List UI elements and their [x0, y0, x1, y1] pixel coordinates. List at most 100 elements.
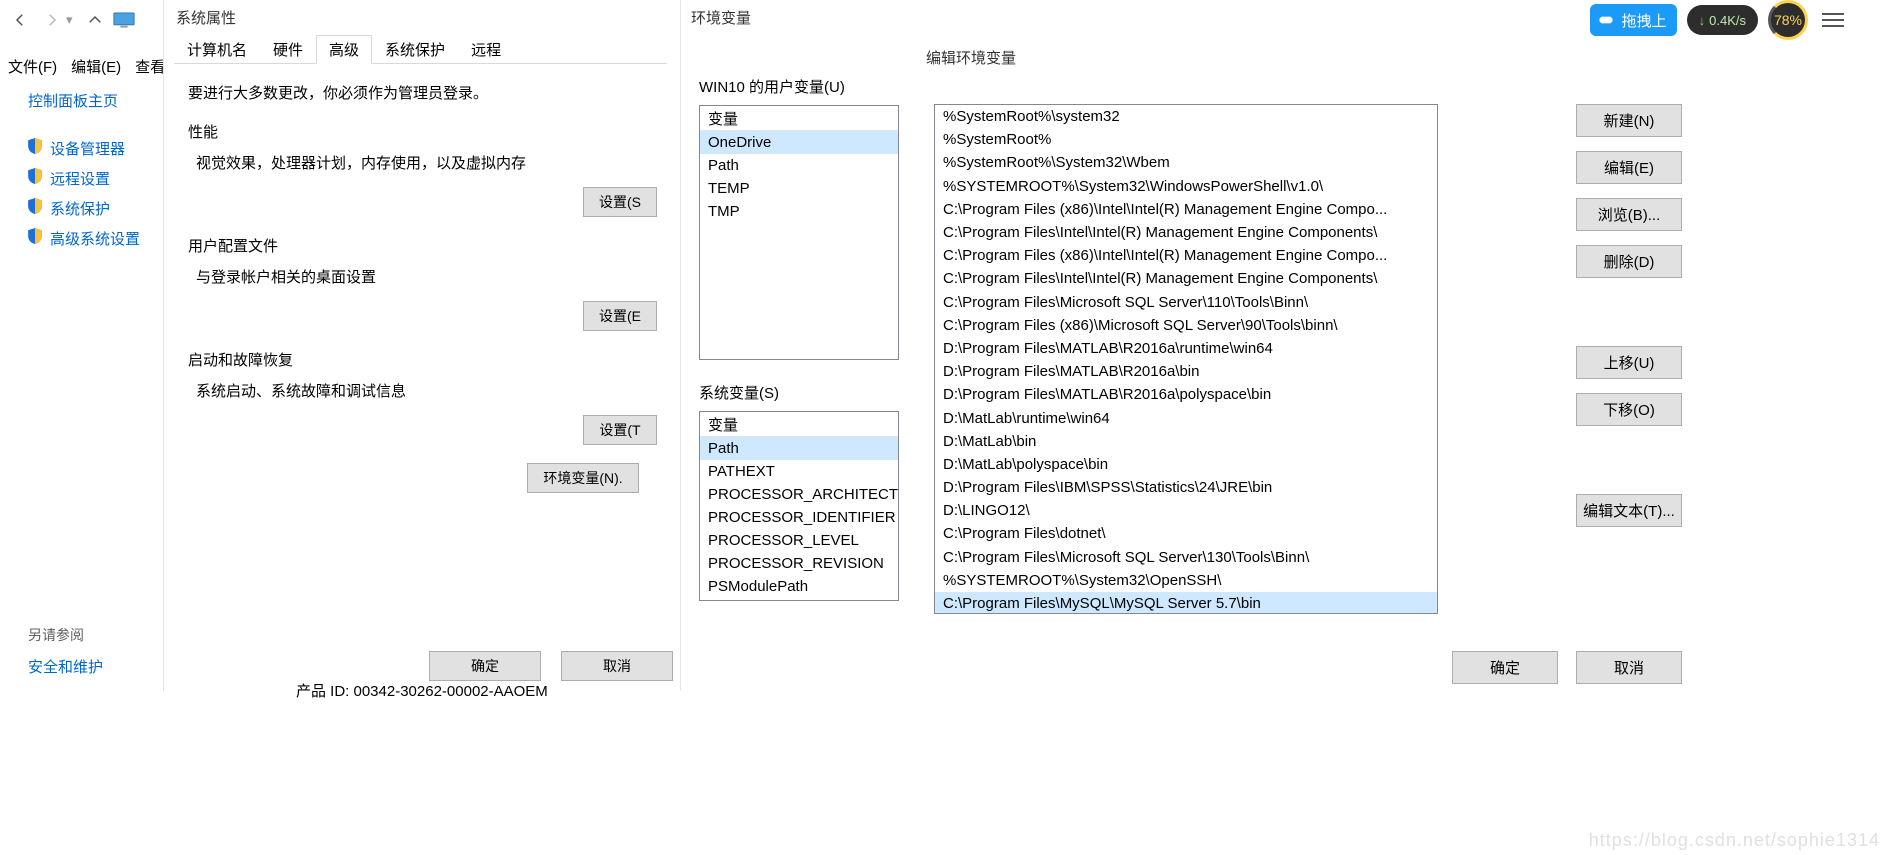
dialog-title: 环境变量 — [681, 0, 912, 34]
menu-file[interactable]: 文件(F) — [8, 56, 57, 77]
column-header[interactable]: 变量 — [700, 412, 898, 437]
edit-environment-variable-dialog: 编辑环境变量 %SystemRoot%\system32%SystemRoot%… — [912, 42, 1572, 692]
list-item[interactable]: PROCESSOR_IDENTIFIER — [700, 506, 898, 529]
product-id-text: 产品 ID: 00342-30262-00002-AAOEM — [296, 680, 548, 701]
sidebar-item[interactable]: 设备管理器 — [0, 133, 160, 163]
security-maintenance-link[interactable]: 安全和维护 — [0, 653, 160, 679]
path-entry[interactable]: C:\Program Files (x86)\Intel\Intel(R) Ma… — [935, 198, 1437, 221]
net-speed-text: 0.4K/s — [1709, 13, 1746, 28]
tab[interactable]: 硬件 — [260, 35, 316, 64]
path-entry[interactable]: %SystemRoot% — [935, 128, 1437, 151]
performance-label: 性能 — [188, 121, 659, 142]
path-entry[interactable]: D:\Program Files\MATLAB\R2016a\polyspace… — [935, 383, 1437, 406]
menu-view[interactable]: 查看 — [135, 56, 165, 77]
list-item[interactable]: OneDrive — [700, 131, 898, 154]
tab[interactable]: 高级 — [316, 35, 372, 64]
cancel-button[interactable]: 取消 — [561, 651, 673, 681]
system-vars-listbox[interactable]: 变量 PathPATHEXTPROCESSOR_ARCHITECTUREPROC… — [699, 411, 899, 601]
path-entry[interactable]: D:\Program Files\IBM\SPSS\Statistics\24\… — [935, 476, 1437, 499]
watermark-text: https://blog.csdn.net/sophie1314 — [1589, 830, 1880, 851]
user-vars-listbox[interactable]: 变量 OneDrivePathTEMPTMP — [699, 105, 899, 360]
up-arrow-icon[interactable] — [83, 8, 107, 32]
new-button[interactable]: 新建(N) — [1576, 104, 1682, 137]
list-item[interactable]: TMP — [700, 200, 898, 223]
cloud-icon — [1596, 10, 1616, 30]
path-entry[interactable]: %SystemRoot%\system32 — [935, 105, 1437, 128]
path-entry[interactable]: C:\Program Files (x86)\Intel\Intel(R) Ma… — [935, 244, 1437, 267]
list-item[interactable]: PROCESSOR_REVISION — [700, 552, 898, 575]
path-entry[interactable]: D:\MatLab\bin — [935, 430, 1437, 453]
tab[interactable]: 计算机名 — [174, 35, 260, 64]
list-item[interactable]: TEMP — [700, 598, 898, 601]
cancel-button[interactable]: 取消 — [1576, 651, 1682, 684]
path-entry[interactable]: D:\Program Files\MATLAB\R2016a\runtime\w… — [935, 337, 1437, 360]
sidebar-item-label: 远程设置 — [50, 168, 110, 189]
path-entry[interactable]: %SYSTEMROOT%\System32\OpenSSH\ — [935, 569, 1437, 592]
tab[interactable]: 远程 — [458, 35, 514, 64]
edit-button[interactable]: 编辑(E) — [1576, 151, 1682, 184]
shield-icon — [28, 138, 42, 158]
path-entry[interactable]: C:\Program Files\Intel\Intel(R) Manageme… — [935, 221, 1437, 244]
path-entries-list[interactable]: %SystemRoot%\system32%SystemRoot%%System… — [934, 104, 1438, 614]
user-profile-label: 用户配置文件 — [188, 235, 659, 256]
path-entry[interactable]: C:\Program Files\Intel\Intel(R) Manageme… — [935, 267, 1437, 290]
drag-upload-badge[interactable]: 拖拽上 — [1590, 4, 1677, 36]
list-item[interactable]: PROCESSOR_LEVEL — [700, 529, 898, 552]
sidebar-item-label: 系统保护 — [50, 198, 110, 219]
delete-button[interactable]: 删除(D) — [1576, 245, 1682, 278]
menu-icon[interactable] — [1822, 9, 1844, 31]
list-item[interactable]: TEMP — [700, 177, 898, 200]
list-item[interactable]: PSModulePath — [700, 575, 898, 598]
ok-button[interactable]: 确定 — [1452, 651, 1558, 684]
sidebar-item-label: 设备管理器 — [50, 138, 125, 159]
path-entry[interactable]: C:\Program Files (x86)\Microsoft SQL Ser… — [935, 314, 1437, 337]
ok-button[interactable]: 确定 — [429, 651, 541, 681]
list-item[interactable]: Path — [700, 154, 898, 177]
path-entry[interactable]: D:\Program Files\MATLAB\R2016a\bin — [935, 360, 1437, 383]
edit-text-button[interactable]: 编辑文本(T)... — [1576, 494, 1682, 527]
user-profile-settings-button[interactable]: 设置(E — [583, 301, 657, 331]
download-arrow-icon: ↓ — [1699, 13, 1706, 28]
browse-button[interactable]: 浏览(B)... — [1576, 198, 1682, 231]
user-vars-heading: WIN10 的用户变量(U) — [699, 76, 912, 97]
path-entry[interactable]: D:\MatLab\polyspace\bin — [935, 453, 1437, 476]
network-speed-pill[interactable]: ↓ 0.4K/s — [1687, 5, 1758, 35]
move-down-button[interactable]: 下移(O) — [1576, 393, 1682, 426]
menu-edit[interactable]: 编辑(E) — [71, 56, 121, 77]
path-entry[interactable]: %SystemRoot%\System32\Wbem — [935, 151, 1437, 174]
nav-separator: ▾ — [66, 12, 73, 28]
sidebar-item[interactable]: 远程设置 — [0, 163, 160, 193]
list-item[interactable]: PROCESSOR_ARCHITECTURE — [700, 483, 898, 506]
list-item[interactable]: PATHEXT — [700, 460, 898, 483]
computer-icon — [113, 12, 135, 28]
path-entry[interactable]: %SYSTEMROOT%\System32\WindowsPowerShell\… — [935, 175, 1437, 198]
dialog-title: 编辑环境变量 — [912, 42, 1572, 72]
menu-bar: 文件(F) 编辑(E) 查看 — [0, 50, 165, 82]
path-entry[interactable]: C:\Program Files\Microsoft SQL Server\11… — [935, 291, 1437, 314]
forward-arrow-icon[interactable] — [40, 8, 64, 32]
environment-variables-button[interactable]: 环境变量(N). — [527, 463, 639, 493]
path-entry[interactable]: C:\Program Files\Microsoft SQL Server\13… — [935, 546, 1437, 569]
system-vars-heading: 系统变量(S) — [699, 382, 912, 403]
tabs-container: 计算机名硬件高级系统保护远程 — [174, 34, 667, 64]
move-up-button[interactable]: 上移(U) — [1576, 346, 1682, 379]
user-profile-desc: 与登录帐户相关的桌面设置 — [188, 266, 659, 287]
usage-gauge[interactable]: 78% — [1768, 0, 1808, 40]
startup-recovery-desc: 系统启动、系统故障和调试信息 — [188, 380, 659, 401]
list-item[interactable]: Path — [700, 437, 898, 460]
path-entry[interactable]: C:\Program Files\dotnet\ — [935, 522, 1437, 545]
system-properties-dialog: 系统属性 计算机名硬件高级系统保护远程 要进行大多数更改，你必须作为管理员登录。… — [163, 0, 677, 691]
sidebar-item[interactable]: 系统保护 — [0, 193, 160, 223]
back-arrow-icon[interactable] — [8, 8, 32, 32]
path-entry[interactable]: D:\MatLab\runtime\win64 — [935, 406, 1437, 429]
tab[interactable]: 系统保护 — [372, 35, 458, 64]
startup-recovery-settings-button[interactable]: 设置(T — [583, 415, 657, 445]
performance-settings-button[interactable]: 设置(S — [583, 187, 657, 217]
shield-icon — [28, 168, 42, 188]
sidebar-item[interactable]: 高级系统设置 — [0, 223, 160, 253]
path-entry[interactable]: D:\LINGO12\ — [935, 499, 1437, 522]
path-entry[interactable]: C:\Program Files\MySQL\MySQL Server 5.7\… — [935, 592, 1437, 614]
gauge-value: 78% — [1774, 12, 1802, 28]
column-header[interactable]: 变量 — [700, 106, 898, 131]
control-panel-home-link[interactable]: 控制面板主页 — [0, 85, 160, 115]
